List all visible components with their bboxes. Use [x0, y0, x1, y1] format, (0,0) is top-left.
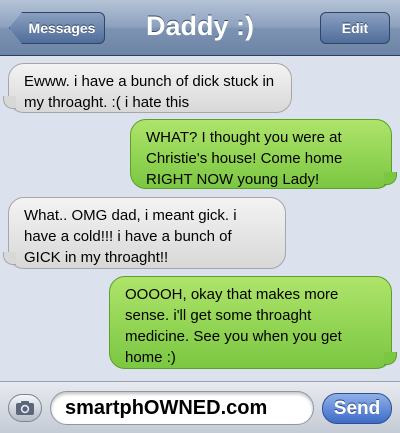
navigation-bar: Messages Daddy :) Edit	[0, 0, 400, 56]
received-message-bubble: What.. OMG dad, i meant gick. i have a c…	[3, 197, 286, 269]
message-text-field[interactable]: smartphOWNED.com	[50, 391, 314, 425]
send-button[interactable]: Send	[322, 393, 392, 424]
camera-button[interactable]	[8, 394, 42, 422]
sent-message-bubble: WHAT? I thought you were at Christie's h…	[130, 119, 397, 189]
received-message-bubble: Ewww. i have a bunch of dick stuck in my…	[3, 63, 292, 113]
edit-button[interactable]: Edit	[320, 12, 390, 44]
camera-icon	[16, 401, 34, 415]
message-input-bar: smartphOWNED.com Send	[0, 381, 400, 433]
sent-message-bubble: OOOOH, okay that makes more sense. i'll …	[109, 276, 397, 369]
message-thread: Ewww. i have a bunch of dick stuck in my…	[0, 57, 400, 381]
